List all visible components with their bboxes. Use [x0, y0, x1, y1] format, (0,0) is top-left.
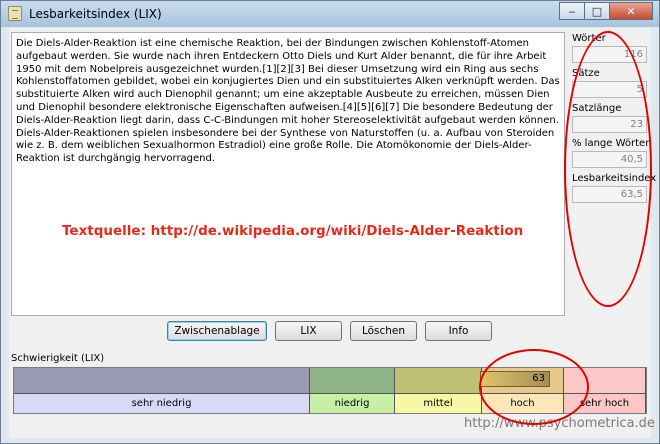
segment-very-high-bar	[564, 368, 646, 393]
segment-medium: mittel	[395, 368, 482, 413]
difficulty-label: Schwierigkeit (LIX)	[11, 353, 105, 364]
stat-label-long-words: % lange Wörter	[572, 138, 650, 149]
text-input-area[interactable]: Die Diels-Alder-Reaktion ist eine chemis…	[11, 32, 565, 316]
info-button[interactable]: Info	[425, 321, 492, 341]
lix-window: Lesbarkeitsindex (LIX) ‒ □ ✕ Die Diels-A…	[0, 0, 660, 444]
app-icon	[8, 6, 22, 21]
clear-button[interactable]: Löschen	[350, 321, 417, 341]
client-area: Die Diels-Alder-Reaktion ist eine chemis…	[9, 28, 657, 438]
segment-very-high: sehr hoch	[564, 368, 646, 413]
close-button[interactable]: ✕	[609, 2, 653, 20]
stat-field-sentences[interactable]: 5	[572, 81, 647, 98]
title-bar[interactable]: Lesbarkeitsindex (LIX) ‒ □ ✕	[1, 1, 659, 27]
segment-very-low-bar	[14, 368, 310, 393]
window-title: Lesbarkeitsindex (LIX)	[29, 7, 162, 21]
segment-very-low: sehr niedrig	[14, 368, 310, 413]
minimize-button[interactable]: ‒	[559, 2, 585, 20]
caption-buttons: ‒ □ ✕	[559, 2, 653, 21]
lix-value-marker: 63	[480, 371, 550, 387]
stat-label-words: Wörter	[572, 33, 606, 44]
segment-low-label: niedrig	[310, 393, 395, 413]
stat-label-sentence-length: Satzlänge	[572, 103, 622, 114]
difficulty-scale: sehr niedrig niedrig mittel hoch sehr ho…	[13, 367, 647, 414]
stat-label-lix: Lesbarkeitsindex	[572, 173, 657, 184]
stat-label-sentences: Sätze	[572, 68, 600, 79]
clipboard-button[interactable]: Zwischenablage	[167, 321, 267, 341]
stat-field-lix[interactable]: 63,5	[572, 186, 647, 203]
segment-medium-label: mittel	[395, 393, 482, 413]
segment-medium-bar	[395, 368, 482, 393]
segment-low: niedrig	[310, 368, 395, 413]
stat-field-long-words[interactable]: 40,5	[572, 151, 647, 168]
segment-very-high-label: sehr hoch	[564, 393, 646, 413]
footer-url: http://www.psychometrica.de	[464, 416, 655, 431]
segment-low-bar	[310, 368, 395, 393]
maximize-button[interactable]: □	[584, 2, 610, 20]
stat-field-words[interactable]: 116	[572, 46, 647, 63]
source-annotation: Textquelle: http://de.wikipedia.org/wiki…	[62, 223, 524, 239]
button-row: Zwischenablage LIX Löschen Info	[9, 319, 569, 341]
lix-button[interactable]: LIX	[275, 321, 342, 341]
segment-high-label: hoch	[482, 393, 564, 413]
stat-field-sentence-length[interactable]: 23	[572, 116, 647, 133]
input-text: Die Diels-Alder-Reaktion ist eine chemis…	[16, 38, 560, 165]
stats-panel: Wörter 116 Sätze 5 Satzlänge 23 % lange …	[572, 32, 657, 207]
segment-very-low-label: sehr niedrig	[14, 393, 310, 413]
